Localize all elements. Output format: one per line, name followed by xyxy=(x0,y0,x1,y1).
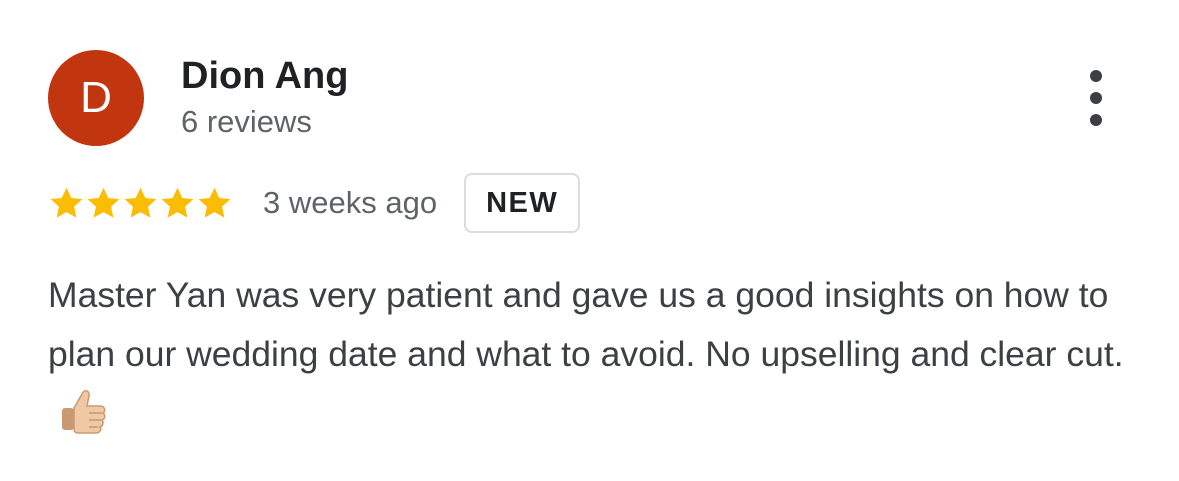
reviewer-review-count: 6 reviews xyxy=(181,104,312,139)
review-card: D Dion Ang 6 reviews 3 weeks ago NEW Mas… xyxy=(0,0,1179,481)
review-text-block: Master Yan was very patient and gave us … xyxy=(48,266,1138,446)
avatar[interactable]: D xyxy=(48,50,144,146)
reviewer-name[interactable]: Dion Ang xyxy=(181,54,348,98)
star-icon xyxy=(196,185,233,222)
star-icon xyxy=(159,185,196,222)
more-options-button[interactable] xyxy=(1078,70,1114,126)
new-badge: NEW xyxy=(464,173,581,233)
badge-label: NEW xyxy=(486,186,559,219)
more-vert-icon xyxy=(1090,70,1102,82)
star-icon xyxy=(48,185,85,222)
rating-row: 3 weeks ago NEW xyxy=(48,172,581,234)
review-text: Master Yan was very patient and gave us … xyxy=(48,275,1124,374)
star-icon xyxy=(122,185,159,222)
more-vert-icon-dot xyxy=(1090,92,1102,104)
star-rating xyxy=(48,185,233,222)
avatar-initial: D xyxy=(80,73,112,122)
thumbs-up-icon xyxy=(58,384,110,436)
more-vert-icon-dot xyxy=(1090,114,1102,126)
star-icon xyxy=(85,185,122,222)
review-time: 3 weeks ago xyxy=(263,185,438,220)
